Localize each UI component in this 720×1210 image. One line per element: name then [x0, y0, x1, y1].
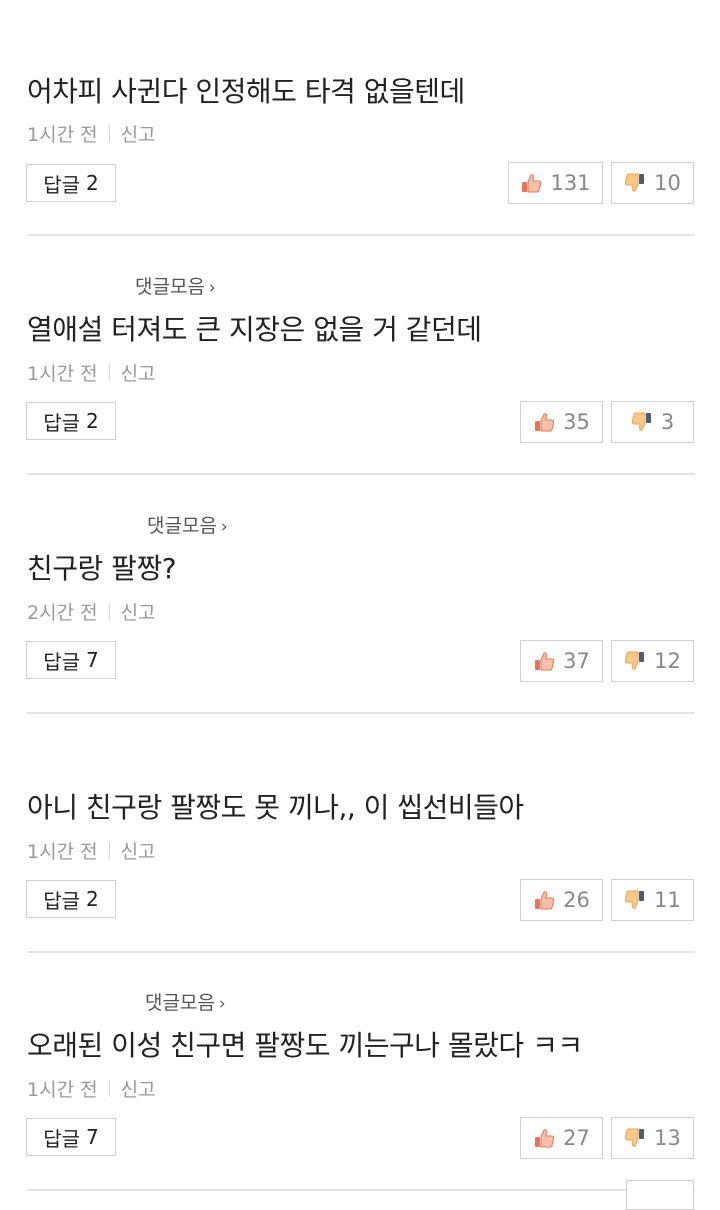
reply-label: 답글 [43, 410, 81, 435]
reply-count: 2 [86, 887, 99, 911]
comment-collection-link[interactable]: 댓글모음 › [147, 511, 228, 538]
comment-divider [27, 951, 695, 953]
comment-time: 1시간 전 [27, 841, 98, 863]
meta-separator [108, 1080, 110, 1097]
thumbs-down-icon [624, 1127, 646, 1149]
thumbs-down-icon [624, 172, 646, 194]
thumbs-up-icon [533, 650, 555, 672]
comment-divider [27, 1189, 695, 1191]
like-count: 27 [563, 1126, 590, 1150]
like-button[interactable]: 37 [520, 640, 603, 682]
report-link[interactable]: 신고 [121, 837, 156, 864]
comment-text: 어차피 사귄다 인정해도 타격 없을텐데 [27, 75, 465, 108]
comment-meta: 2시간 전 신고 [27, 598, 156, 625]
dislike-count: 12 [654, 649, 681, 673]
reply-count: 2 [86, 171, 99, 195]
comment-time: 2시간 전 [27, 602, 98, 624]
reply-label: 답글 [43, 649, 81, 674]
like-count: 131 [550, 171, 591, 195]
comment-meta: 1시간 전 신고 [27, 837, 156, 864]
chevron-right-icon: › [220, 517, 228, 537]
like-button[interactable]: 27 [520, 1117, 603, 1159]
comment-meta: 1시간 전 신고 [27, 359, 156, 386]
collection-link-label: 댓글모음 [147, 515, 217, 537]
reply-button[interactable]: 답글 2 [26, 402, 116, 440]
collection-link-label: 댓글모음 [135, 276, 205, 298]
dislike-button[interactable]: 10 [611, 162, 694, 204]
report-link[interactable]: 신고 [121, 1075, 156, 1102]
meta-separator [108, 842, 110, 859]
like-count: 26 [563, 888, 590, 912]
meta-separator [108, 125, 110, 142]
reply-count: 2 [86, 409, 99, 433]
dislike-count: 11 [654, 888, 681, 912]
report-link[interactable]: 신고 [121, 120, 156, 147]
reply-count: 7 [86, 1125, 99, 1149]
like-button[interactable]: 131 [508, 162, 603, 204]
dislike-button[interactable]: 11 [611, 879, 694, 921]
thumbs-up-icon [533, 1127, 555, 1149]
partial-button[interactable] [626, 1180, 694, 1210]
chevron-right-icon: › [208, 278, 216, 298]
dislike-count: 3 [660, 410, 675, 434]
comment-divider [27, 712, 695, 714]
thumbs-down-icon [624, 889, 646, 911]
comment-meta: 1시간 전 신고 [27, 120, 156, 147]
comment-text: 아니 친구랑 팔짱도 못 끼나,, 이 씹선비들아 [27, 791, 524, 824]
reply-label: 답글 [43, 888, 81, 913]
like-count: 35 [563, 410, 590, 434]
dislike-button[interactable]: 12 [611, 640, 694, 682]
reply-button[interactable]: 답글 2 [26, 164, 116, 202]
dislike-count: 13 [654, 1126, 681, 1150]
reply-button[interactable]: 답글 2 [26, 880, 116, 918]
comment-text: 열애설 터져도 큰 지장은 없을 거 같던데 [27, 313, 482, 346]
thumbs-up-icon [533, 889, 555, 911]
like-button[interactable]: 35 [520, 401, 603, 443]
comment-collection-link[interactable]: 댓글모음 › [135, 272, 216, 299]
comment-time: 1시간 전 [27, 124, 98, 146]
report-link[interactable]: 신고 [121, 598, 156, 625]
reply-button[interactable]: 답글 7 [26, 641, 116, 679]
reply-count: 7 [86, 648, 99, 672]
thumbs-up-icon [533, 411, 555, 433]
chevron-right-icon: › [218, 994, 226, 1014]
comment-time: 1시간 전 [27, 363, 98, 385]
dislike-button[interactable]: 3 [611, 401, 694, 443]
report-link[interactable]: 신고 [121, 359, 156, 386]
comment-divider [27, 234, 695, 236]
thumbs-down-icon [631, 411, 653, 433]
thumbs-down-icon [624, 650, 646, 672]
reply-button[interactable]: 답글 7 [26, 1118, 116, 1156]
comment-time: 1시간 전 [27, 1079, 98, 1101]
reply-label: 답글 [43, 1126, 81, 1151]
comment-divider [27, 473, 695, 475]
like-button[interactable]: 26 [520, 879, 603, 921]
reply-label: 답글 [43, 172, 81, 197]
thumbs-up-icon [520, 172, 542, 194]
comment-text: 친구랑 팔짱? [27, 552, 177, 585]
dislike-button[interactable]: 13 [611, 1117, 694, 1159]
meta-separator [108, 364, 110, 381]
dislike-count: 10 [654, 171, 681, 195]
comment-collection-link[interactable]: 댓글모음 › [145, 988, 226, 1015]
collection-link-label: 댓글모음 [145, 992, 215, 1014]
comment-meta: 1시간 전 신고 [27, 1075, 156, 1102]
like-count: 37 [563, 649, 590, 673]
meta-separator [108, 603, 110, 620]
comment-text: 오래된 이성 친구면 팔짱도 끼는구나 몰랐다 ㅋㅋ [27, 1029, 583, 1062]
